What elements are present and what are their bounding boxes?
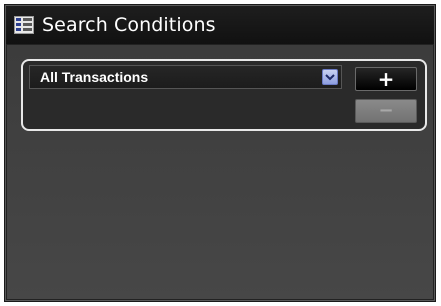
condition-row-panel: All Transactions + − [21,59,427,131]
plus-icon: + [377,67,395,91]
dropdown-selected-value: All Transactions [40,69,149,85]
chevron-down-icon[interactable] [322,69,338,85]
window-titlebar: Search Conditions [6,6,434,44]
conditions-area: All Transactions + − [6,44,434,300]
add-condition-button[interactable]: + [355,67,417,91]
list-icon [14,16,34,34]
minus-icon: − [378,100,394,121]
transaction-type-dropdown[interactable]: All Transactions [29,65,342,89]
window-title: Search Conditions [42,14,216,36]
search-conditions-window: Search Conditions All Transactions + − [4,4,436,302]
remove-condition-button[interactable]: − [355,99,417,123]
